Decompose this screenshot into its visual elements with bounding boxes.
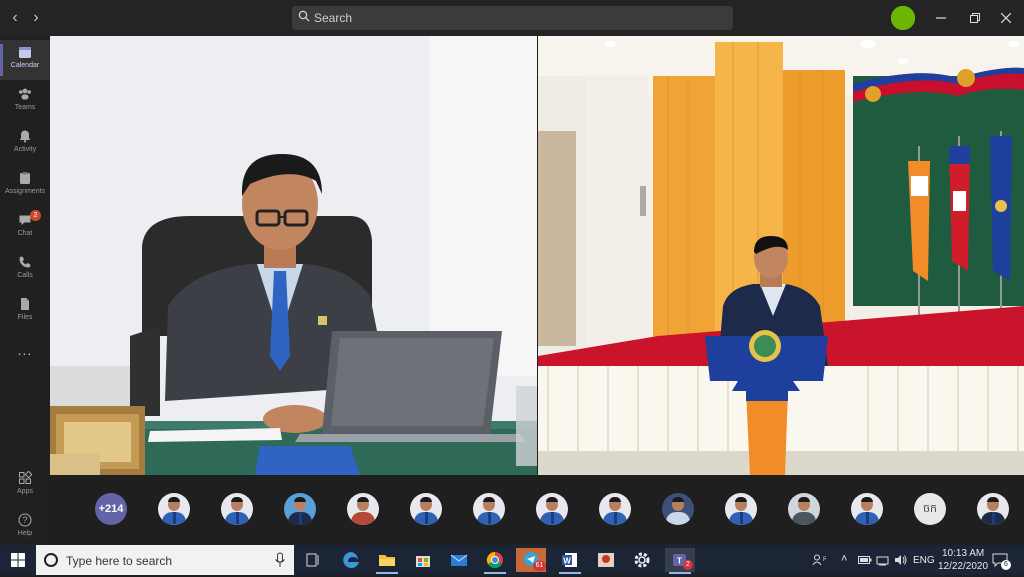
network-icon[interactable]	[876, 554, 890, 566]
photo-app-icon[interactable]	[591, 548, 621, 572]
rail-label: Assignments	[4, 188, 46, 195]
video-feed-right[interactable]	[538, 36, 1024, 475]
participant-avatar[interactable]	[662, 493, 694, 525]
restore-icon[interactable]	[965, 8, 985, 28]
participant-avatar[interactable]	[473, 493, 505, 525]
video-feed-left[interactable]	[50, 36, 537, 475]
rail-item-help[interactable]: ? Help	[0, 508, 50, 548]
speaker-icon[interactable]	[894, 554, 908, 566]
rail-item-files[interactable]: Files	[0, 292, 50, 332]
cortana-icon	[44, 553, 58, 567]
help-icon: ?	[18, 513, 32, 527]
search-placeholder: Search	[314, 11, 353, 25]
rail-label: Chat	[17, 230, 33, 237]
svg-text:?: ?	[22, 515, 27, 525]
taskbar-search-input[interactable]: Type here to search	[36, 545, 294, 575]
windows-taskbar: Type here to search 61 W T 2 R ˄ ENG 10:…	[0, 545, 1024, 575]
participant-avatar[interactable]	[221, 493, 253, 525]
taskbar-search-placeholder: Type here to search	[66, 554, 173, 568]
file-explorer-icon[interactable]	[372, 548, 402, 574]
clock-time[interactable]: 10:13 AM	[942, 548, 984, 559]
participant-avatar[interactable]	[284, 493, 316, 525]
rail-label: Calendar	[10, 62, 40, 69]
windows-start-icon[interactable]	[11, 553, 25, 567]
search-input[interactable]: Search	[292, 6, 733, 30]
telegram-badge: 61	[533, 561, 546, 571]
participant-avatar[interactable]	[851, 493, 883, 525]
phone-icon	[19, 256, 31, 268]
file-icon	[21, 298, 29, 310]
participant-avatar[interactable]	[599, 493, 631, 525]
back-arrow-icon[interactable]: ‹	[6, 9, 24, 27]
rail-item-calls[interactable]: Calls	[0, 250, 50, 290]
word-icon[interactable]: W	[555, 548, 585, 574]
participant-avatar[interactable]	[977, 493, 1009, 525]
search-icon	[298, 10, 310, 22]
participant-avatar[interactable]	[725, 493, 757, 525]
input-language[interactable]: ENG	[913, 555, 935, 566]
telegram-icon[interactable]: 61	[516, 548, 546, 572]
rail-label: Help	[17, 530, 33, 537]
chrome-icon[interactable]	[480, 548, 510, 574]
teams-badge: 2	[683, 560, 693, 570]
running-indicator	[559, 572, 581, 574]
rail-label: Apps	[17, 488, 33, 495]
people-icon[interactable]: R	[812, 554, 826, 566]
microphone-icon[interactable]	[274, 552, 286, 568]
calendar-icon	[19, 47, 31, 58]
battery-icon[interactable]	[858, 555, 872, 565]
rail-label: Activity	[13, 146, 37, 153]
minimize-icon[interactable]	[931, 8, 951, 28]
participant-avatar[interactable]	[536, 493, 568, 525]
rail-item-teams[interactable]: Teams	[0, 82, 50, 122]
edge-icon[interactable]	[336, 548, 366, 572]
title-bar: ‹ › Search	[0, 0, 1024, 36]
bell-icon	[19, 130, 31, 143]
participant-avatar[interactable]	[788, 493, 820, 525]
rail-item-chat[interactable]: Chat 2	[0, 208, 50, 248]
notification-count: 6	[1001, 560, 1011, 570]
running-indicator	[669, 572, 691, 574]
forward-arrow-icon[interactable]: ›	[27, 9, 45, 27]
rail-label: Calls	[17, 272, 33, 279]
rail-item-assignments[interactable]: Assignments	[0, 166, 50, 206]
rail-label: Teams	[14, 104, 36, 111]
participant-strip: +214 ចក	[50, 475, 1024, 545]
more-participants-button[interactable]: +214	[95, 493, 127, 525]
svg-text:W: W	[563, 557, 571, 566]
apps-icon	[19, 471, 32, 484]
assignments-icon	[20, 172, 30, 184]
close-icon[interactable]	[996, 8, 1016, 28]
presence-status-icon	[891, 6, 915, 30]
mail-icon[interactable]	[444, 548, 474, 572]
app-rail: Calendar Teams Activity Assignments Chat…	[0, 36, 50, 545]
participant-avatar[interactable]	[158, 493, 190, 525]
teams-icon	[19, 88, 31, 100]
rail-label: Files	[17, 314, 33, 321]
rail-item-more[interactable]: ...	[0, 334, 50, 374]
video-scene-office	[50, 36, 537, 475]
participant-initials-avatar[interactable]: ចក	[914, 493, 946, 525]
svg-text:R: R	[823, 557, 826, 563]
rail-item-apps[interactable]: Apps	[0, 466, 50, 506]
store-icon[interactable]	[408, 548, 438, 572]
rail-item-calendar[interactable]: Calendar	[0, 40, 50, 80]
svg-text:T: T	[677, 557, 682, 566]
tray-chevron-up-icon[interactable]: ˄	[841, 553, 847, 565]
running-indicator	[484, 572, 506, 574]
task-view-icon[interactable]	[298, 548, 328, 572]
rail-item-activity[interactable]: Activity	[0, 124, 50, 164]
participant-avatar[interactable]	[347, 493, 379, 525]
teams-taskbar-icon[interactable]: T 2	[665, 548, 695, 574]
settings-gear-icon[interactable]	[627, 548, 657, 572]
participant-avatar[interactable]	[410, 493, 442, 525]
video-scene-stage	[538, 36, 1024, 475]
chat-badge: 2	[30, 210, 41, 221]
clock-date[interactable]: 12/22/2020	[938, 561, 988, 572]
running-indicator	[376, 572, 398, 574]
more-icon: ...	[17, 342, 33, 358]
